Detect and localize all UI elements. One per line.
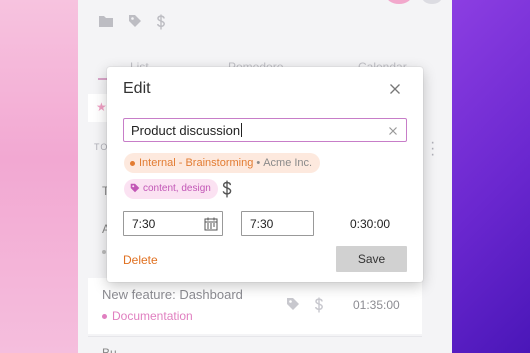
- entry-project: Documentation: [102, 309, 193, 323]
- dialog-title: Edit: [123, 80, 151, 97]
- close-icon[interactable]: [386, 80, 404, 98]
- background-right-gradient: [452, 0, 530, 353]
- tag-icon[interactable]: [286, 297, 300, 318]
- start-time-value: 7:30: [132, 217, 156, 231]
- client-name: Acme Inc.: [263, 157, 313, 169]
- project-chip[interactable]: Internal - Brainstorming • Acme Inc.: [124, 153, 321, 173]
- folder-icon[interactable]: [98, 14, 114, 30]
- background-left-gradient: [0, 0, 78, 353]
- dollar-icon[interactable]: [314, 297, 324, 318]
- description-text: Product discussion: [131, 123, 241, 138]
- project-color-dot: [130, 160, 135, 166]
- tags-chip[interactable]: content, design: [124, 179, 218, 199]
- delete-button[interactable]: Delete: [123, 253, 158, 267]
- start-time-field[interactable]: 7:30: [123, 211, 223, 236]
- save-button[interactable]: Save: [336, 246, 407, 272]
- calendar-icon[interactable]: [204, 217, 218, 231]
- entry-description: New feature: Dashboard: [102, 287, 243, 302]
- description-input[interactable]: Product discussion: [123, 118, 407, 142]
- project-color-dot: [102, 314, 107, 320]
- project-dot: [102, 250, 106, 254]
- time-entry-row[interactable]: New feature: Dashboard Documentation 01:…: [88, 278, 422, 334]
- entry-project-name: Documentation: [112, 309, 193, 323]
- tags-text: content, design: [143, 183, 211, 194]
- end-time-value: 7:30: [250, 217, 274, 231]
- description-value: Product discussion: [131, 123, 243, 138]
- end-time-field[interactable]: 7:30: [241, 211, 314, 236]
- text-caret: [241, 123, 243, 137]
- entry-toolbar: [98, 14, 166, 30]
- more-options-icon[interactable]: · · ·: [430, 135, 435, 163]
- menu-button[interactable]: [422, 0, 442, 4]
- project-name: Internal - Brainstorming: [139, 157, 254, 169]
- tag-icon: [130, 183, 140, 193]
- tag-icon[interactable]: [128, 14, 142, 30]
- dollar-icon[interactable]: [221, 180, 233, 198]
- entry-duration: 01:35:00: [353, 298, 400, 312]
- dollar-icon[interactable]: [156, 14, 166, 30]
- edit-dialog: Edit Product discussion Internal - Brain…: [107, 67, 423, 282]
- client-separator: •: [256, 157, 261, 169]
- clear-icon[interactable]: [387, 124, 399, 136]
- duration-display[interactable]: 0:30:00: [350, 217, 390, 231]
- star-icon: ★: [96, 100, 107, 114]
- divider: [88, 336, 422, 337]
- row-fragment: Bu: [102, 346, 117, 353]
- entry-icons: [286, 297, 324, 318]
- avatar[interactable]: [386, 0, 412, 4]
